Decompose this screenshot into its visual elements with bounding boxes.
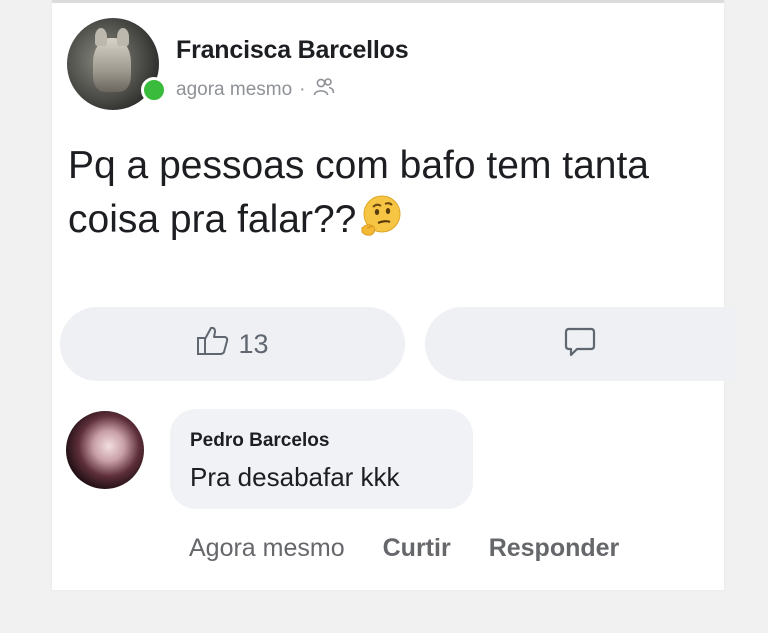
- commenter-name[interactable]: Pedro Barcelos: [190, 430, 329, 452]
- comment-button[interactable]: [425, 307, 735, 381]
- like-button[interactable]: 13: [60, 307, 405, 381]
- comment-text: Pra desabafar kkk: [190, 462, 400, 492]
- meta-separator: ·: [299, 79, 306, 100]
- thumbs-up-icon: [196, 325, 230, 364]
- post-text: Pq a pessoas com bafo tem tanta coisa pr…: [68, 139, 708, 247]
- comment-icon: [563, 325, 597, 364]
- commenter-avatar[interactable]: [66, 411, 144, 489]
- like-count: 13: [238, 328, 269, 359]
- post-author-name[interactable]: Francisca Barcellos: [176, 36, 409, 65]
- comment-bubble: [170, 409, 473, 509]
- divider: [52, 0, 724, 3]
- like-comment-link[interactable]: Curtir: [383, 534, 451, 563]
- friends-icon: [313, 77, 335, 103]
- comment-actions: Agora mesmo Curtir Responder: [189, 534, 619, 563]
- avatar-figure: [93, 28, 131, 92]
- online-status-dot: [141, 77, 167, 103]
- thinking-face-emoji: [358, 194, 402, 238]
- reply-link[interactable]: Responder: [489, 534, 620, 563]
- comment-time[interactable]: Agora mesmo: [189, 534, 345, 563]
- post-meta: agora mesmo ·: [176, 77, 335, 103]
- post-timestamp[interactable]: agora mesmo: [176, 79, 292, 101]
